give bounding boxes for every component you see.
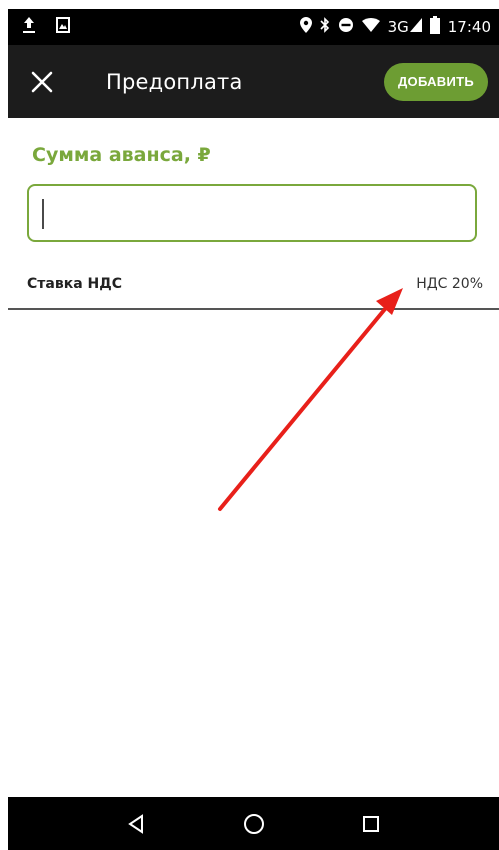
annotation-arrow (218, 288, 403, 511)
phone-screen: 3G 17:40 Предоплата ДОБАВИТЬ Сумма аванс… (8, 9, 499, 850)
recents-icon (362, 815, 379, 832)
navigation-bar (8, 797, 499, 850)
recents-button[interactable] (351, 804, 391, 844)
back-icon (127, 813, 143, 834)
home-icon (243, 813, 264, 834)
back-button[interactable] (117, 804, 157, 844)
home-button[interactable] (234, 804, 274, 844)
